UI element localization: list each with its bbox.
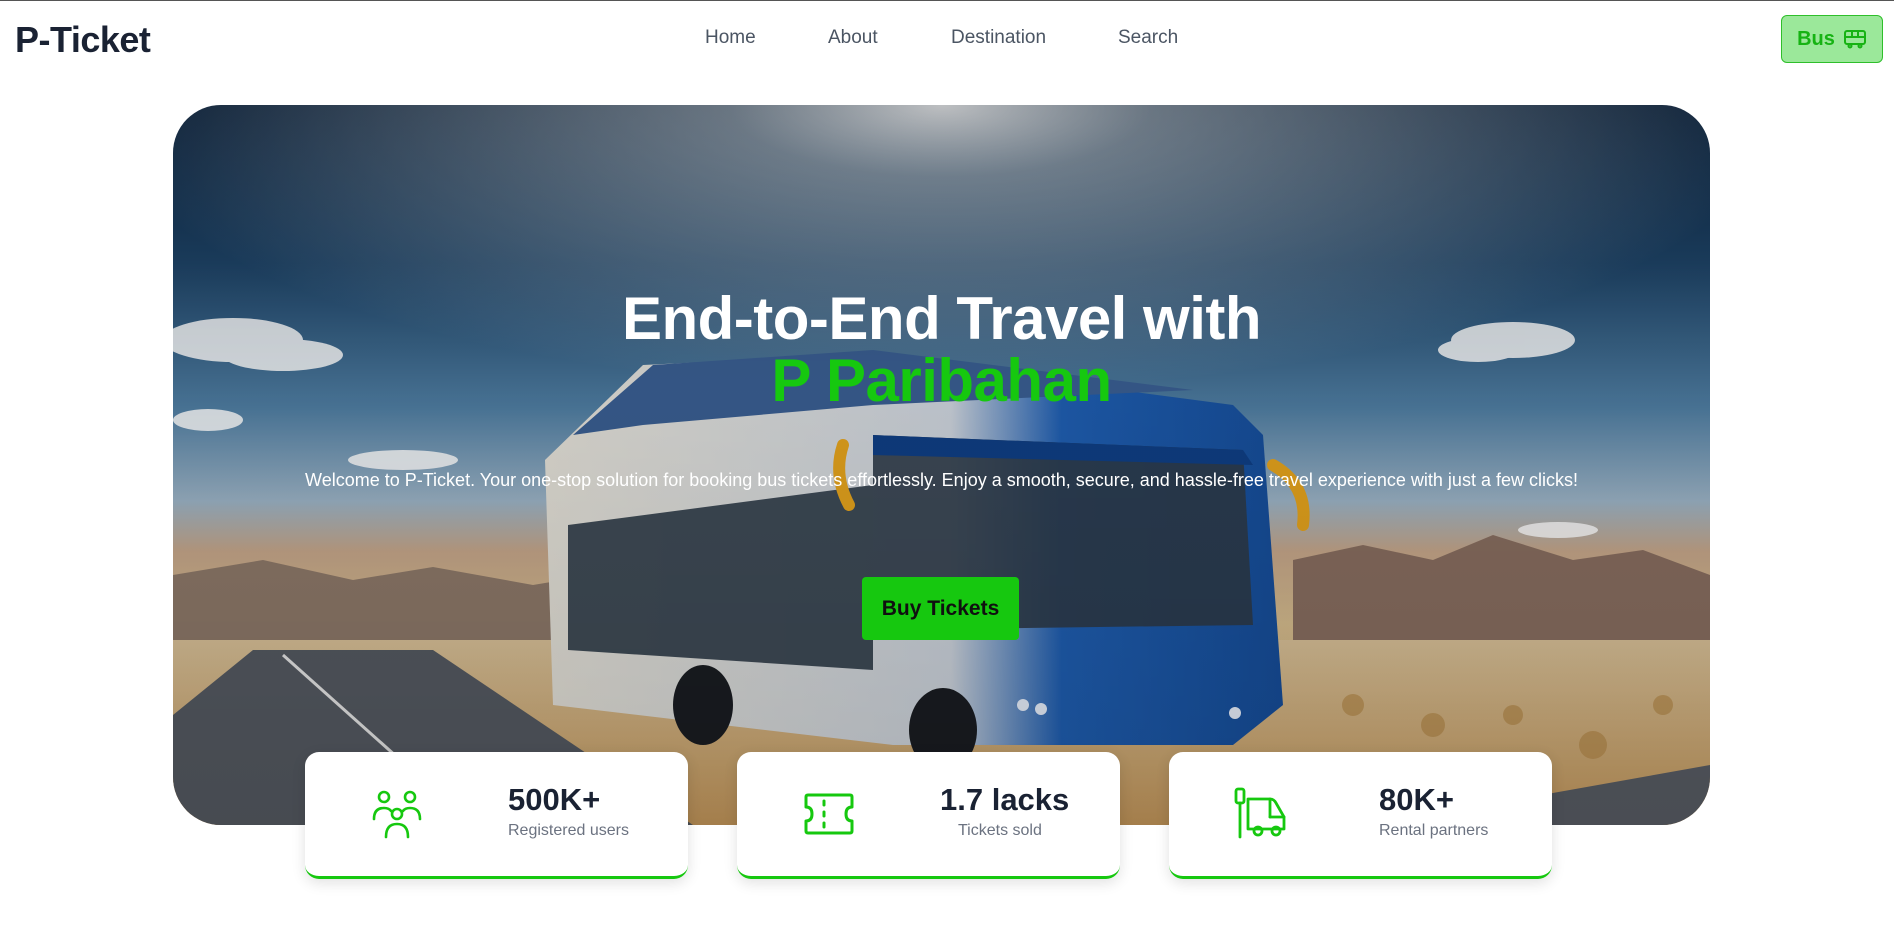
stat-label: Registered users xyxy=(508,822,629,839)
stat-label: Rental partners xyxy=(1379,822,1489,839)
nav-links: Home About Destination Search xyxy=(0,27,1894,57)
stat-card-tickets: 1.7 lacks Tickets sold xyxy=(737,752,1120,879)
hero-description: Welcome to P-Ticket. Your one-stop solut… xyxy=(305,470,1578,490)
hero-banner: End-to-End Travel with P Paribahan Welco… xyxy=(173,105,1710,825)
ticket-icon xyxy=(804,793,854,835)
buy-tickets-button[interactable]: Buy Tickets xyxy=(862,577,1019,640)
truck-icon xyxy=(1234,787,1286,839)
nav-link-home[interactable]: Home xyxy=(705,27,756,49)
bus-icon xyxy=(1843,30,1866,49)
bus-button-label: Bus xyxy=(1797,27,1835,50)
hero-overlay xyxy=(173,105,1710,825)
stat-card-users: 500K+ Registered users xyxy=(305,752,688,879)
bus-button[interactable]: Bus xyxy=(1781,15,1883,63)
navbar: P-Ticket Home About Destination Search B… xyxy=(0,1,1894,77)
stat-value: 500K+ xyxy=(508,782,601,817)
stat-label: Tickets sold xyxy=(958,822,1042,839)
nav-link-search[interactable]: Search xyxy=(1118,27,1178,49)
users-icon xyxy=(372,790,422,839)
hero-title-accent: P Paribahan xyxy=(771,347,1112,414)
stat-value: 80K+ xyxy=(1379,782,1454,817)
nav-link-about[interactable]: About xyxy=(828,27,878,49)
stat-value: 1.7 lacks xyxy=(940,782,1070,817)
hero-title: End-to-End Travel with xyxy=(621,285,1262,352)
stat-card-partners: 80K+ Rental partners xyxy=(1169,752,1552,879)
nav-link-destination[interactable]: Destination xyxy=(951,27,1046,49)
